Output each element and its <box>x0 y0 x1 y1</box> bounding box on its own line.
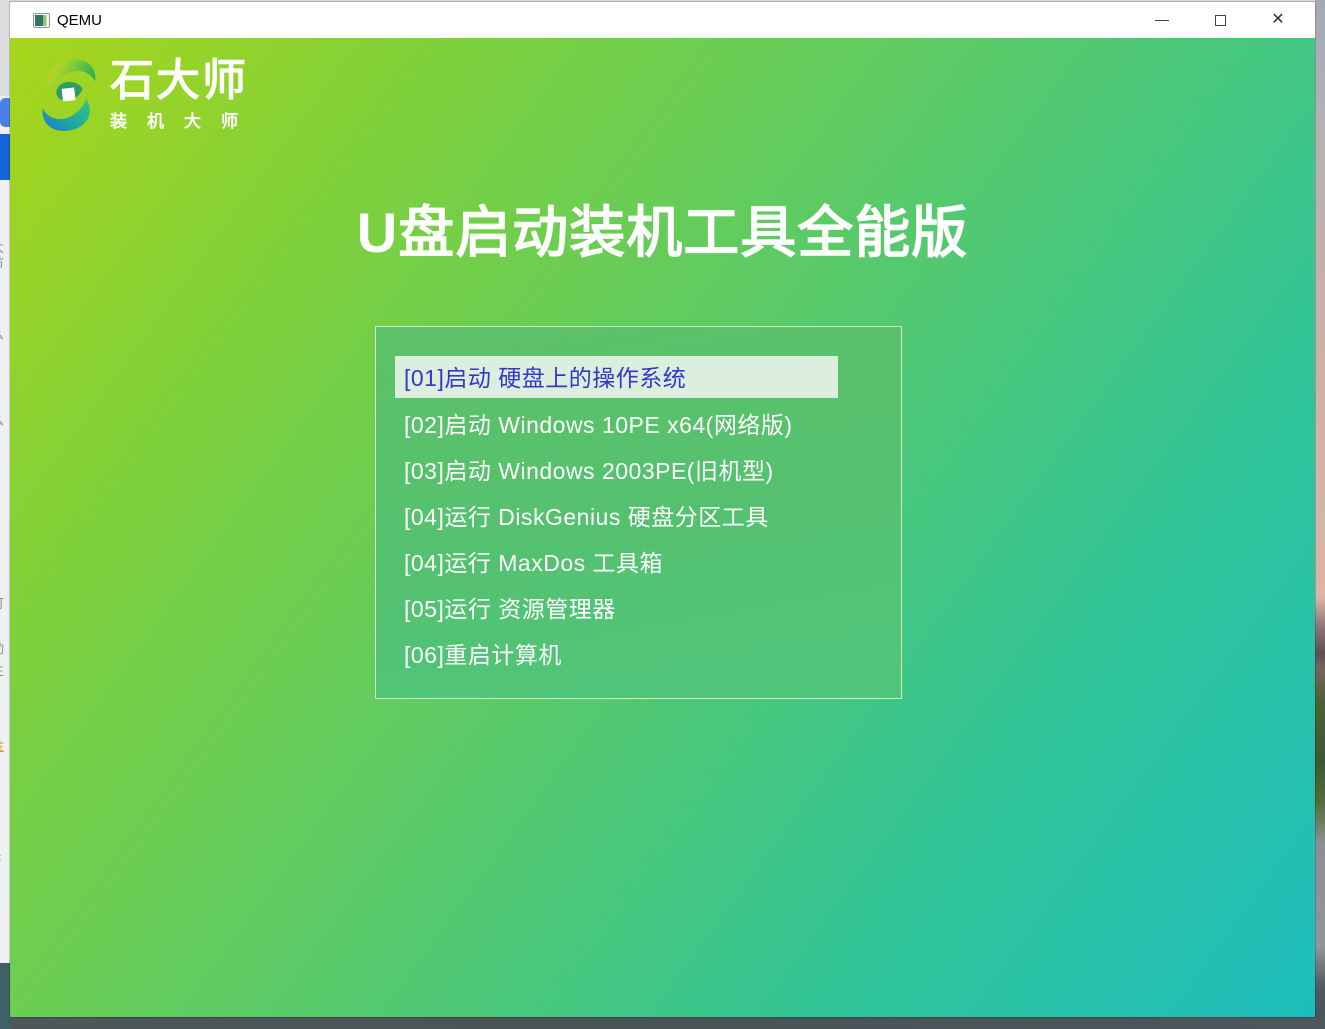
background-text-fragment: .c <box>0 849 10 865</box>
qemu-window: QEMU ✕ <box>10 2 1315 1017</box>
window-title: QEMU <box>57 12 102 29</box>
background-text-fragment: 主 <box>0 663 10 679</box>
background-blue-pill-fragment <box>0 98 10 127</box>
boot-menu-item-label: [04]运行 MaxDos 工具箱 <box>404 544 663 578</box>
background-text-fragment: 金 <box>0 738 10 754</box>
background-browser-toolbar-fragment <box>0 0 10 96</box>
background-browser-edge: 大节么么可动主金.c <box>0 0 10 1029</box>
minimize-button[interactable] <box>1133 2 1191 38</box>
maximize-icon <box>1215 15 1226 26</box>
background-text-fragment: 么 <box>0 413 10 429</box>
bottom-edge-bar <box>10 1017 1325 1029</box>
background-text-fragment: 大 <box>0 240 10 256</box>
boot-menu-item-02[interactable]: [02]启动 Windows 10PE x64(网络版) <box>376 400 901 446</box>
boot-menu-item-label: [06]重启计算机 <box>404 636 562 670</box>
boot-menu-item-01[interactable]: [01]启动 硬盘上的操作系统 <box>376 354 901 400</box>
background-text-fragment: 可 <box>0 596 10 612</box>
brand-tagline: 装机大师 <box>110 107 258 132</box>
boot-menu-item-04b[interactable]: [04]运行 MaxDos 工具箱 <box>376 538 901 584</box>
close-icon: ✕ <box>1271 12 1284 28</box>
boot-menu-item-05[interactable]: [05]运行 资源管理器 <box>376 584 901 630</box>
boot-menu-item-03[interactable]: [03]启动 Windows 2003PE(旧机型) <box>376 446 901 492</box>
boot-menu-panel: [01]启动 硬盘上的操作系统 [02]启动 Windows 10PE x64(… <box>375 326 902 699</box>
background-text-fragment: 节 <box>0 256 10 272</box>
background-blue-button-fragment <box>0 134 10 180</box>
qemu-app-icon[interactable] <box>33 13 50 28</box>
boot-menu-item-label: [02]启动 Windows 10PE x64(网络版) <box>404 406 793 440</box>
background-dark-block-fragment <box>0 963 10 1029</box>
minimize-icon <box>1155 20 1169 21</box>
boot-menu-item-06[interactable]: [06]重启计算机 <box>376 630 901 676</box>
maximize-button[interactable] <box>1191 2 1249 38</box>
window-controls: ✕ <box>1133 2 1307 38</box>
close-button[interactable]: ✕ <box>1249 2 1307 38</box>
brand-logo: 石大师 装机大师 <box>38 56 258 134</box>
boot-menu-item-label: [05]运行 资源管理器 <box>404 590 616 624</box>
brand-text: 石大师 装机大师 <box>110 56 258 132</box>
desktop-wallpaper-edge <box>1315 0 1325 1029</box>
boot-menu-item-label: [03]启动 Windows 2003PE(旧机型) <box>404 452 774 486</box>
boot-menu-item-label: [04]运行 DiskGenius 硬盘分区工具 <box>404 498 769 532</box>
brand-name: 石大师 <box>110 56 258 106</box>
logo-icon <box>38 56 100 134</box>
boot-menu-item-04a[interactable]: [04]运行 DiskGenius 硬盘分区工具 <box>376 492 901 538</box>
title-bar: QEMU ✕ <box>10 2 1315 38</box>
background-text-fragment: 动 <box>0 641 10 657</box>
boot-menu-item-label: [01]启动 硬盘上的操作系统 <box>395 356 838 398</box>
vm-display[interactable]: 石大师 装机大师 U盘启动装机工具全能版 [01]启动 硬盘上的操作系统 [02… <box>10 38 1315 1017</box>
boot-menu-list: [01]启动 硬盘上的操作系统 [02]启动 Windows 10PE x64(… <box>376 354 901 676</box>
boot-title: U盘启动装机工具全能版 <box>10 188 1315 269</box>
background-text-fragment: 么 <box>0 327 10 343</box>
